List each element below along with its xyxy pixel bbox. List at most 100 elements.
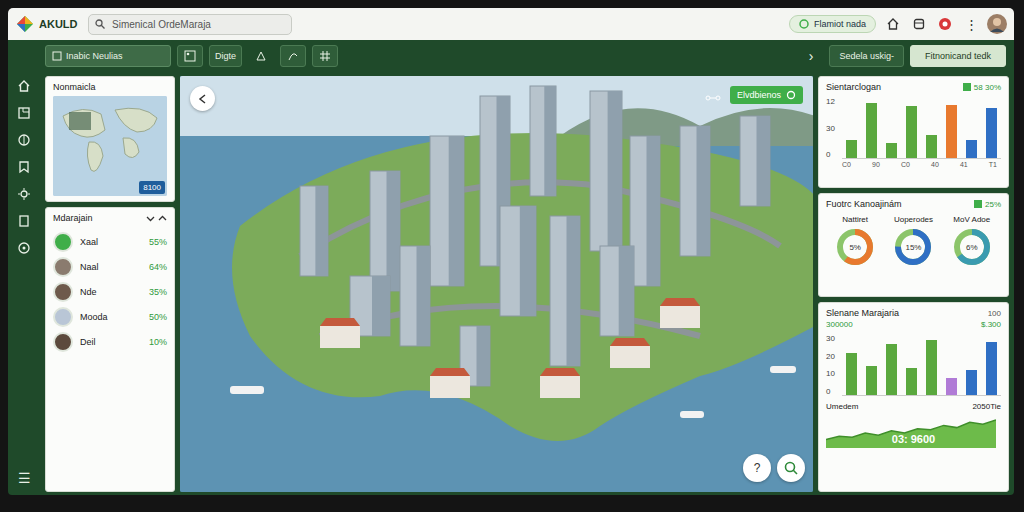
zoom-button[interactable] (777, 454, 805, 482)
toolbar-tab[interactable]: Fitnonicand tedk (910, 45, 1006, 67)
chart-bar (846, 140, 857, 158)
window-icon (17, 106, 31, 120)
donut-reading: 6% (952, 227, 992, 267)
link-button[interactable] (705, 90, 721, 110)
list-item[interactable]: Naal64% (53, 254, 167, 279)
document-icon (17, 214, 31, 228)
card-title: Nonmaicla (53, 82, 167, 92)
card-header: Fuotrc Kanoajinám25% (826, 199, 1001, 209)
rail-item[interactable] (13, 103, 35, 122)
item-name: Mooda (80, 312, 142, 322)
avatar-icon (53, 307, 73, 327)
field-text: Inabic Neulias (66, 51, 123, 61)
donut-label: Nattiret (842, 215, 868, 224)
help-button[interactable]: ? (743, 454, 771, 482)
tick: 30 (826, 334, 838, 343)
search-field[interactable] (88, 14, 292, 35)
toolbar-field[interactable]: Inabic Neulias (45, 45, 171, 67)
donut-item: Nattiret 5% (835, 215, 875, 267)
y-axis: 3020100 (826, 334, 838, 396)
alert-icon (938, 17, 952, 31)
tree-button[interactable] (248, 45, 274, 67)
map-card: Nonmaicla8100 (45, 76, 175, 202)
tick: 0 (826, 150, 838, 159)
chart-bar (966, 140, 977, 158)
amount-text: $.300 (981, 320, 1001, 329)
search-icon (95, 19, 105, 29)
rail-item[interactable] (13, 157, 35, 176)
x-label: C0 (901, 161, 910, 168)
area-label: Umedem (826, 402, 858, 411)
list-item[interactable]: Deil10% (53, 329, 167, 354)
card-count: 100 (988, 309, 1001, 318)
x-label: 90 (872, 161, 880, 168)
menu-button[interactable]: ☰ (18, 470, 31, 492)
chart-bar (886, 143, 897, 158)
plot-area (842, 334, 1001, 396)
status-pill[interactable]: Flamiot nada (789, 15, 876, 33)
cube-icon (912, 17, 926, 31)
apps-button[interactable] (910, 15, 928, 33)
list-header: Mdarajain (53, 213, 167, 223)
chevron-button[interactable]: › (799, 48, 824, 64)
donut-item: MoV Adoe 6% (952, 215, 992, 267)
card-header: Slenane Marajaria 100 (826, 308, 1001, 318)
tab-label: Sedela uskig- (839, 51, 894, 61)
rail-item[interactable] (13, 211, 35, 230)
route-button[interactable] (280, 45, 306, 67)
donut: 6% (952, 227, 992, 267)
digte-button[interactable]: Digte (209, 45, 242, 67)
button-label: Elvdbienos (737, 90, 781, 100)
donut-reading: 15% (893, 227, 933, 267)
list-item[interactable]: Xaal55% (53, 229, 167, 254)
value-text: 58 30% (974, 83, 1001, 92)
search-icon (784, 461, 798, 475)
back-button[interactable] (190, 86, 215, 111)
right-panel: Sientarclogan58 30%12300C090C04041T1Fuot… (818, 76, 1009, 492)
tick: 0 (826, 387, 838, 396)
card-title: Slenane Marajaria (826, 308, 899, 318)
search-input[interactable] (110, 18, 285, 31)
chart-bar (886, 344, 897, 395)
profile-button[interactable] (988, 15, 1006, 33)
home-button[interactable] (884, 15, 902, 33)
avatar-icon (53, 282, 73, 302)
rail-item[interactable] (13, 76, 35, 95)
area-header: Umedem2050Tie (826, 402, 1001, 411)
image-button[interactable] (177, 45, 203, 67)
rail-item[interactable] (13, 184, 35, 203)
chevron-up-icon[interactable] (158, 214, 167, 223)
map-action-button[interactable]: Elvdbienos (730, 86, 803, 104)
area-chart: 03: 9600 (826, 414, 1001, 448)
donut-card: Fuotrc Kanoajinám25%Nattiret5%Uoperodes1… (818, 193, 1009, 297)
chart-bar (966, 370, 977, 395)
tick: 20 (826, 352, 838, 361)
chevron-down-icon[interactable] (146, 214, 155, 223)
rail-item[interactable] (13, 238, 35, 257)
donut: 15% (893, 227, 933, 267)
list-title: Mdarajain (53, 213, 93, 223)
donut-reading: 5% (835, 227, 875, 267)
x-label: 41 (960, 161, 968, 168)
chart-bar (946, 105, 957, 158)
list-item[interactable]: Nde35% (53, 279, 167, 304)
tick: 30 (826, 124, 838, 133)
list-item[interactable]: Mooda50% (53, 304, 167, 329)
rail-item[interactable] (13, 130, 35, 149)
refresh-icon (786, 90, 796, 100)
menu-button[interactable]: ⋮ (962, 15, 980, 33)
left-panel: Nonmaicla8100 Mdarajain Xaal55%Naal64%Nde3… (45, 76, 175, 492)
alert-button[interactable] (936, 15, 954, 33)
area-total: 03: 9600 (826, 433, 1001, 445)
bar-chart: 12 30 0 (826, 97, 1001, 159)
chart-bar (866, 366, 877, 395)
legend-swatch (963, 83, 971, 91)
donut: 5% (835, 227, 875, 267)
tick: 12 (826, 97, 838, 106)
toolbar-tab[interactable]: Sedela uskig- (829, 45, 904, 67)
settings-icon (17, 187, 31, 201)
status-icon (799, 19, 809, 29)
item-name: Deil (80, 337, 142, 347)
donut-label: MoV Adoe (953, 215, 990, 224)
grid-button[interactable] (312, 45, 338, 67)
